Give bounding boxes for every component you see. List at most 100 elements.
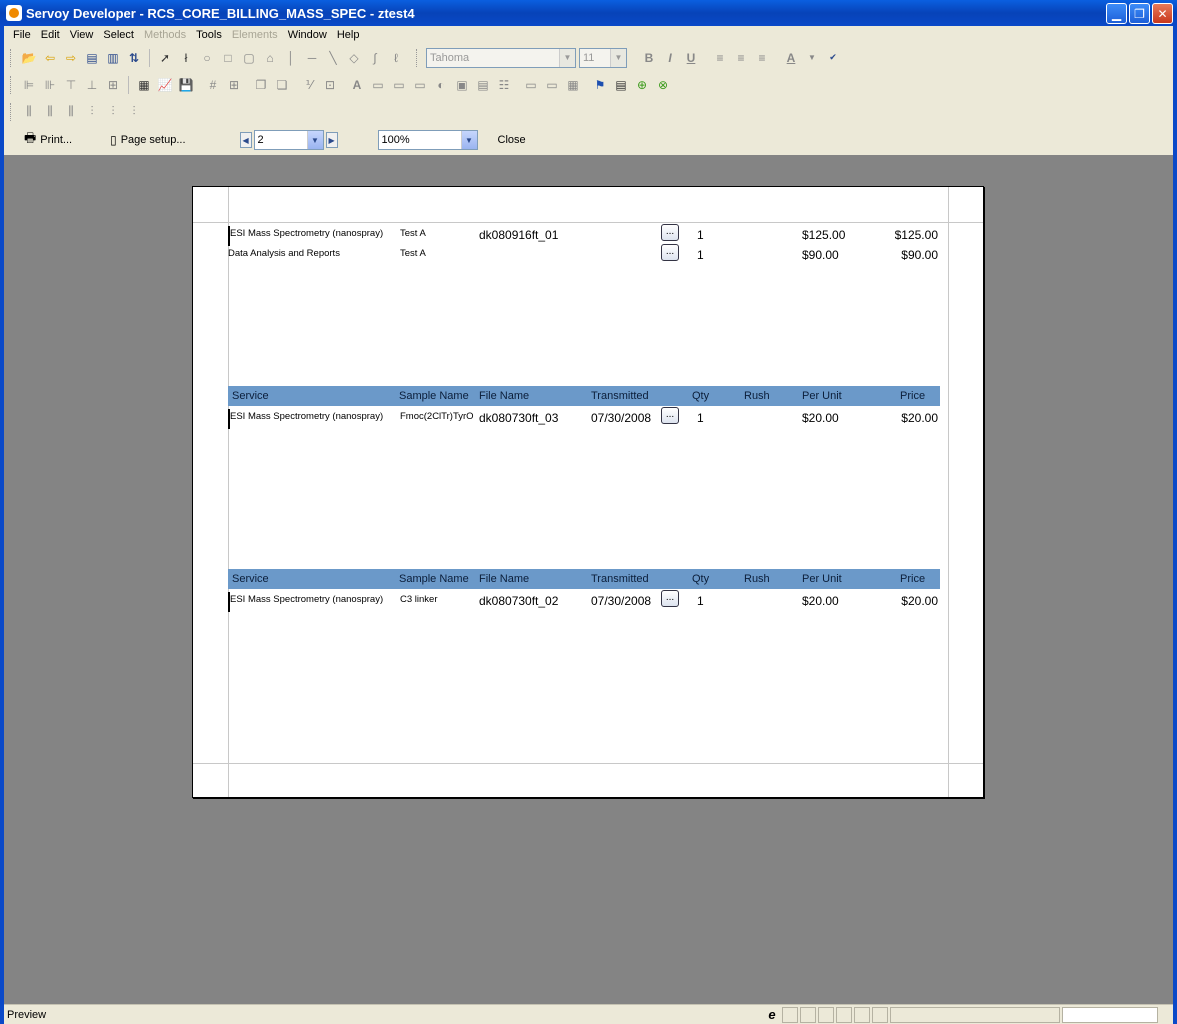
font-family-select[interactable]: Tahoma ▼ xyxy=(426,47,576,68)
align-left-edges-icon[interactable]: ⊫ xyxy=(20,76,38,94)
italic-button[interactable]: I xyxy=(661,49,679,67)
previous-page-button[interactable]: ◀ xyxy=(239,132,252,148)
page-number-select[interactable]: 2 ▼ xyxy=(253,130,324,150)
label-tool-icon[interactable]: A xyxy=(348,76,366,94)
details-button[interactable]: ... xyxy=(661,590,679,607)
toolbar-grip[interactable] xyxy=(10,48,13,67)
font-color-icon[interactable]: A xyxy=(782,49,800,67)
rounded-rect-tool-icon[interactable]: ▢ xyxy=(240,49,258,67)
align-right-edges-icon[interactable]: ⊪ xyxy=(41,76,59,94)
rectangle-tool-icon[interactable]: □ xyxy=(219,49,237,67)
form-icon[interactable]: ▦ xyxy=(135,76,153,94)
align-top-edges-icon[interactable]: ⊤ xyxy=(62,76,80,94)
zoom-select[interactable]: 100% ▼ xyxy=(377,130,478,150)
next-page-button[interactable]: ▶ xyxy=(325,132,338,148)
file-cell: dk080916ft_01 xyxy=(479,228,559,242)
snap-grid-icon[interactable]: ⊞ xyxy=(225,76,243,94)
minimize-button[interactable]: ▁ xyxy=(1106,3,1127,24)
run-icon[interactable]: ⊕ xyxy=(633,76,651,94)
maximize-button[interactable]: ❐ xyxy=(1129,3,1150,24)
tab-order-icon[interactable]: ⊡ xyxy=(321,76,339,94)
menu-view[interactable]: View xyxy=(65,29,99,41)
chevron-down-icon[interactable]: ▼ xyxy=(803,49,821,67)
toolbar-grip[interactable] xyxy=(10,102,13,121)
menu-elements[interactable]: Elements xyxy=(227,29,283,41)
distribute-vertical-center-icon[interactable]: ⫶ xyxy=(125,103,143,121)
diagonal-tool-icon[interactable]: ╲ xyxy=(324,49,342,67)
details-button[interactable]: ... xyxy=(661,224,679,241)
flag-icon[interactable]: ⚑ xyxy=(591,76,609,94)
table-icon[interactable]: ▦ xyxy=(564,76,582,94)
chevron-down-icon[interactable]: ▼ xyxy=(306,131,323,149)
ungroup-icon[interactable]: ▭ xyxy=(543,76,561,94)
field-tool-icon[interactable]: ▭ xyxy=(390,76,408,94)
hline-tool-icon[interactable]: ─ xyxy=(303,49,321,67)
form-delete-icon[interactable]: ▥ xyxy=(104,49,122,67)
margin-guide xyxy=(228,187,229,797)
align-right-icon[interactable]: ≡ xyxy=(753,49,771,67)
menu-select[interactable]: Select xyxy=(98,29,139,41)
distribute-horizontal-icon[interactable]: ⫼ xyxy=(20,103,38,121)
forward-arrow-icon[interactable]: ⇨ xyxy=(62,49,80,67)
sort-icon[interactable]: ⇅ xyxy=(125,49,143,67)
fraction-icon[interactable]: ⅟ xyxy=(300,76,318,94)
form-new-icon[interactable]: ▤ xyxy=(83,49,101,67)
underline-button[interactable]: U xyxy=(682,49,700,67)
menu-file[interactable]: File xyxy=(8,29,36,41)
page-setup-button[interactable]: ▯ Page setup... xyxy=(110,133,185,147)
chevron-down-icon[interactable]: ▼ xyxy=(610,48,626,67)
image-tool-icon[interactable]: ▣ xyxy=(453,76,471,94)
close-preview-button[interactable]: Close xyxy=(498,134,526,146)
bold-button[interactable]: B xyxy=(640,49,658,67)
freehand-tool-icon[interactable]: ℓ xyxy=(387,49,405,67)
group-icon[interactable]: ▭ xyxy=(522,76,540,94)
menu-tools[interactable]: Tools xyxy=(191,29,227,41)
servoy-app-icon[interactable] xyxy=(6,5,22,21)
details-button[interactable]: ... xyxy=(661,407,679,424)
portal-icon[interactable]: ▤ xyxy=(474,76,492,94)
distribute-horizontal-center-icon[interactable]: ⫼ xyxy=(62,103,80,121)
align-bottom-edges-icon[interactable]: ⊥ xyxy=(83,76,101,94)
bean-icon[interactable]: ◐ xyxy=(432,76,450,94)
chart-icon[interactable]: 📈 xyxy=(156,76,174,94)
calendar-icon[interactable]: ▤ xyxy=(612,76,630,94)
menu-window[interactable]: Window xyxy=(283,29,332,41)
toolbar-grip[interactable] xyxy=(416,48,419,67)
print-button[interactable]: 🖶 Print... xyxy=(24,129,72,151)
field-tool-icon[interactable]: ⌂ xyxy=(261,49,279,67)
grid-icon[interactable]: # xyxy=(204,76,222,94)
text-cursor-icon[interactable]: ł xyxy=(177,49,195,67)
printer-icon: 🖶 xyxy=(24,130,37,145)
vline-tool-icon[interactable]: │ xyxy=(282,49,300,67)
spellcheck-icon[interactable]: ✔ xyxy=(824,49,842,67)
save-icon[interactable]: 💾 xyxy=(177,76,195,94)
tab-panel-icon[interactable]: ▭ xyxy=(411,76,429,94)
open-folder-icon[interactable]: 📂 xyxy=(20,49,38,67)
toolbar-grip[interactable] xyxy=(10,75,13,94)
circle-tool-icon[interactable]: ○ xyxy=(198,49,216,67)
align-center-icon[interactable]: ≡ xyxy=(732,49,750,67)
chevron-down-icon[interactable]: ▼ xyxy=(460,131,477,149)
close-window-button[interactable]: ✕ xyxy=(1152,3,1173,24)
back-arrow-icon[interactable]: ⇦ xyxy=(41,49,59,67)
bring-forward-icon[interactable]: ❐ xyxy=(252,76,270,94)
distribute-vertical-spacing-icon[interactable]: ⫶ xyxy=(104,103,122,121)
curve-tool-icon[interactable]: ∫ xyxy=(366,49,384,67)
table-row: ESI Mass Spectrometry (nanospray) Fmoc(2… xyxy=(228,407,940,430)
align-left-icon[interactable]: ≡ xyxy=(711,49,729,67)
align-center-icon[interactable]: ⊞ xyxy=(104,76,122,94)
chevron-down-icon[interactable]: ▼ xyxy=(559,48,575,67)
distribute-vertical-icon[interactable]: ⫶ xyxy=(83,103,101,121)
debug-icon[interactable]: ⊗ xyxy=(654,76,672,94)
polygon-tool-icon[interactable]: ◇ xyxy=(345,49,363,67)
select-pointer-icon[interactable]: ➚ xyxy=(156,49,174,67)
menu-help[interactable]: Help xyxy=(332,29,365,41)
button-tool-icon[interactable]: ▭ xyxy=(369,76,387,94)
send-backward-icon[interactable]: ❏ xyxy=(273,76,291,94)
distribute-horizontal-spacing-icon[interactable]: ⫼ xyxy=(41,103,59,121)
menu-methods[interactable]: Methods xyxy=(139,29,191,41)
menu-edit[interactable]: Edit xyxy=(36,29,65,41)
details-button[interactable]: ... xyxy=(661,244,679,261)
split-pane-icon[interactable]: ☷ xyxy=(495,76,513,94)
font-size-select[interactable]: 11 ▼ xyxy=(579,47,627,68)
